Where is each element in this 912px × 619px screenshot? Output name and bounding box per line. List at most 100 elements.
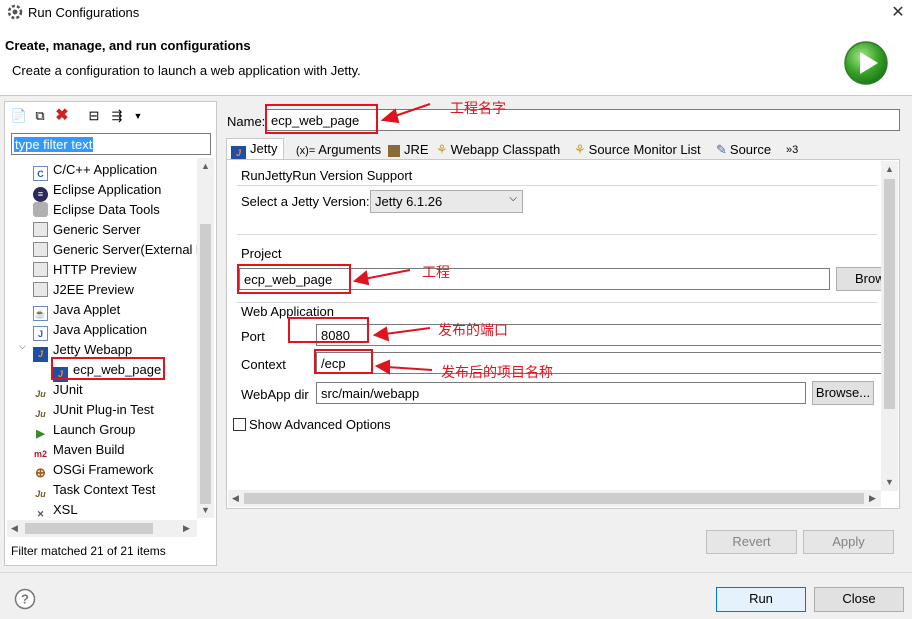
applet-icon: ☕ xyxy=(33,306,48,321)
config-tree: C C/C++ Application ≡ Eclipse Application … xyxy=(5,158,197,518)
close-button[interactable]: Close xyxy=(814,587,904,612)
port-input[interactable]: 8080 xyxy=(316,324,886,346)
scrollbar-thumb[interactable] xyxy=(25,523,153,534)
show-advanced-checkbox[interactable] xyxy=(233,418,246,431)
filter-status: Filter matched 21 of 21 items xyxy=(11,544,166,558)
configuration-list-panel: 📄 ⧉ ✖ ⊟ ⇶ ▼ type filter text C C/C++ Appl… xyxy=(4,101,217,566)
tree-item-java-application[interactable]: J Java Application xyxy=(33,320,147,341)
scroll-right-icon[interactable]: ▶ xyxy=(183,523,190,534)
scroll-left-icon[interactable]: ◀ xyxy=(232,493,239,504)
scroll-up-icon[interactable]: ▲ xyxy=(885,164,894,174)
tab-source[interactable]: ✎ Source xyxy=(714,140,771,160)
run-button[interactable]: Run xyxy=(716,587,806,612)
tree-item-junit[interactable]: Ju JUnit xyxy=(33,380,82,400)
highlight-project xyxy=(237,264,351,294)
server-icon xyxy=(33,282,48,297)
window-title: Run Configurations xyxy=(28,5,140,20)
tabs-overflow[interactable]: »3 xyxy=(784,140,798,160)
jetty-icon: J xyxy=(33,347,48,362)
tree-item-http-preview[interactable]: HTTP Preview xyxy=(33,260,137,280)
scroll-up-icon[interactable]: ▲ xyxy=(201,161,210,171)
tree-item-cpp-application[interactable]: C C/C++ Application xyxy=(33,160,157,181)
tab-arguments[interactable]: (x)= Arguments xyxy=(294,140,381,160)
webappdir-browse-button[interactable]: Browse... xyxy=(812,381,874,405)
tab-source-monitor-list[interactable]: ⚘ Source Monitor List xyxy=(572,140,701,160)
annotation-project: 工程 xyxy=(422,264,450,280)
tree-item-junit-plugin-test[interactable]: Ju JUnit Plug-in Test xyxy=(33,400,154,420)
monitor-icon: ⚘ xyxy=(574,142,586,157)
tab-jre[interactable]: JRE xyxy=(386,140,429,160)
tree-item-eclipse-data-tools[interactable]: Eclipse Data Tools xyxy=(33,200,160,220)
run-icon xyxy=(844,41,888,85)
database-icon xyxy=(33,202,48,217)
tree-item-java-applet[interactable]: ☕ Java Applet xyxy=(33,300,120,321)
new-config-icon[interactable]: 📄 xyxy=(10,107,28,125)
project-browse-button[interactable]: Brow xyxy=(836,267,886,291)
tab-webapp-classpath[interactable]: ⚘ Webapp Classpath xyxy=(434,140,560,160)
header-title: Create, manage, and run configurations xyxy=(5,38,251,53)
tree-item-launch-group[interactable]: ▶ Launch Group xyxy=(33,420,135,440)
osgi-icon: ⊕ xyxy=(35,465,46,480)
tree-item-xsl[interactable]: ✕ XSL xyxy=(33,500,78,518)
footer-divider xyxy=(0,572,912,573)
dialog-header: Create, manage, and run configurations C… xyxy=(0,26,912,96)
highlight-name xyxy=(265,104,378,134)
delete-icon[interactable]: ✖ xyxy=(53,107,71,125)
scroll-down-icon[interactable]: ▼ xyxy=(885,477,894,487)
content-horizontal-scrollbar[interactable]: ◀ ▶ xyxy=(228,490,881,507)
webappdir-label: WebApp dir xyxy=(241,387,309,402)
content-vertical-scrollbar[interactable]: ▲ ▼ xyxy=(881,161,898,491)
annotation-project-name: 工程名字 xyxy=(450,100,506,116)
port-label: Port xyxy=(241,329,265,344)
highlight-port xyxy=(288,317,369,343)
name-label: Name: xyxy=(227,114,266,129)
show-advanced-label: Show Advanced Options xyxy=(249,417,391,432)
highlight-selected-config xyxy=(51,357,165,380)
tree-item-maven-build[interactable]: m2 Maven Build xyxy=(33,440,125,460)
jetty-version-select[interactable]: Jetty 6.1.26 ⌵ xyxy=(370,190,523,213)
scroll-right-icon[interactable]: ▶ xyxy=(869,493,876,504)
java-app-icon: J xyxy=(33,326,48,341)
scroll-left-icon[interactable]: ◀ xyxy=(11,523,18,534)
duplicate-icon[interactable]: ⧉ xyxy=(31,107,49,125)
scrollbar-thumb[interactable] xyxy=(244,493,864,504)
tree-item-generic-server[interactable]: Generic Server xyxy=(33,220,140,240)
tree-item-j2ee-preview[interactable]: J2EE Preview xyxy=(33,280,134,300)
collapse-all-icon[interactable]: ⊟ xyxy=(85,107,103,125)
scrollbar-thumb[interactable] xyxy=(200,224,211,504)
filter-input[interactable]: type filter text xyxy=(11,133,211,155)
webappdir-input[interactable]: src/main/webapp xyxy=(316,382,806,404)
server-icon xyxy=(33,242,48,257)
filter-icon[interactable]: ⇶ xyxy=(108,107,126,125)
source-icon: ✎ xyxy=(716,142,727,157)
config-tabs: J Jetty (x)= Arguments JRE ⚘ Webapp Classpa… xyxy=(226,138,900,161)
scroll-down-icon[interactable]: ▼ xyxy=(201,505,210,515)
scrollbar-thumb[interactable] xyxy=(884,179,895,409)
chevron-down-icon: ⌵ xyxy=(509,193,517,204)
tree-item-generic-server-external[interactable]: Generic Server(External l xyxy=(33,240,197,260)
tree-item-task-context-test[interactable]: Ju Task Context Test xyxy=(33,480,155,500)
jre-icon xyxy=(388,145,400,157)
annotation-port: 发布的端口 xyxy=(438,322,508,338)
revert-button[interactable]: Revert xyxy=(706,530,797,554)
tree-item-eclipse-application[interactable]: ≡ Eclipse Application xyxy=(33,180,161,202)
help-icon[interactable]: ? xyxy=(14,588,36,610)
xsl-icon: ✕ xyxy=(36,509,45,518)
tab-jetty[interactable]: J Jetty xyxy=(226,138,285,161)
project-group-label: Project xyxy=(241,246,282,261)
chevron-down-icon[interactable]: ▼ xyxy=(129,107,147,125)
highlight-context xyxy=(314,349,373,374)
tree-horizontal-scrollbar[interactable]: ◀ ▶ xyxy=(7,520,197,537)
chevron-down-icon[interactable]: ⌵ xyxy=(19,341,26,352)
close-window-button[interactable]: ✕ xyxy=(889,2,907,22)
gear-icon xyxy=(7,4,23,20)
tree-vertical-scrollbar[interactable]: ▲ ▼ xyxy=(197,158,214,518)
svg-text:?: ? xyxy=(21,592,29,607)
apply-button[interactable]: Apply xyxy=(803,530,894,554)
context-input[interactable]: /ecp xyxy=(316,352,886,374)
tree-item-osgi-framework[interactable]: ⊕ OSGi Framework xyxy=(33,460,153,480)
c-icon: C xyxy=(33,166,48,181)
arguments-icon: (x)= xyxy=(296,145,316,157)
version-group-label: RunJettyRun Version Support xyxy=(241,168,413,183)
server-icon xyxy=(33,262,48,277)
